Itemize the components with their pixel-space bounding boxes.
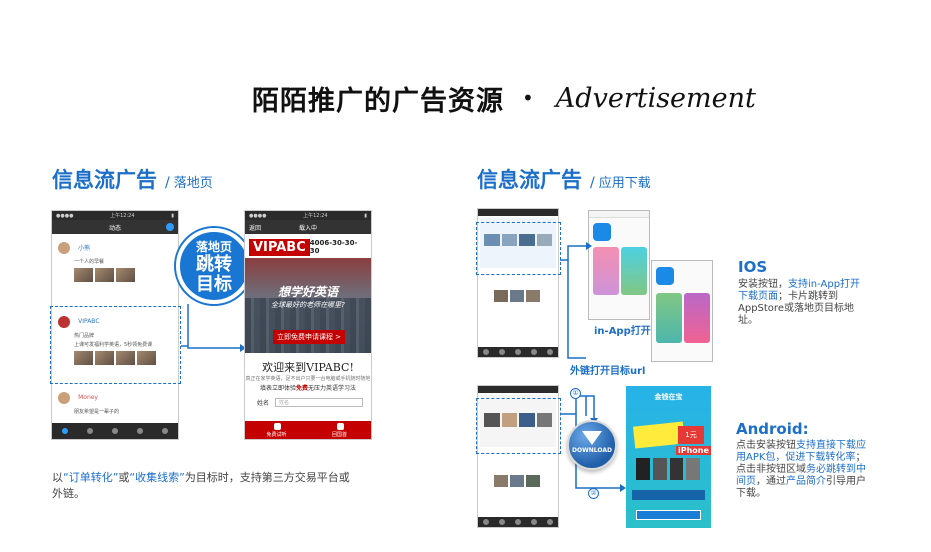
left-caption: 以“订单转化”或“收集线索”为目标时，支持第三方交易平台或外链。 (52, 471, 350, 500)
feed-item-1-name: 小熊 (78, 245, 91, 252)
page-title: 陌陌推广的广告资源 • Advertisement (252, 78, 756, 118)
badge-line-1: 落地页 (195, 239, 232, 254)
vipabc-hero-banner: 想学好英语 全球最好的老师在哪里? 立即免费申请课程 > (245, 258, 371, 353)
right-section-heading: 信息流广告 / 应用下载 (477, 164, 651, 194)
title-dot: • (522, 86, 534, 110)
home-button[interactable]: 回国首 (308, 421, 371, 439)
feed-item-3: Money 朋友希望是一辈子的 (58, 387, 172, 415)
page-title-zh: 陌陌推广的广告资源 (252, 85, 504, 117)
feed-nav-bar: 动态 (52, 220, 178, 234)
name-field-row: 姓名 姓名 (257, 397, 363, 407)
ad-highlight-frame (50, 306, 181, 384)
tab-icon (162, 428, 169, 434)
download-label: DOWNLOAD (572, 447, 612, 454)
app-icon (656, 267, 674, 285)
name-field[interactable]: 姓名 (275, 397, 363, 407)
tab-icon (137, 428, 144, 434)
appstore-screen-2 (651, 260, 713, 362)
landing-jump-badge: 落地页 跳转 目标 (176, 228, 252, 304)
step-1-marker: ① (570, 388, 581, 399)
promo-info-bar (632, 490, 705, 500)
signal-icon: ●●●● (56, 212, 74, 219)
landing-connector-arrow (181, 304, 246, 352)
vipabc-logo: VIPABC (249, 238, 310, 256)
landing-phone-screenshot: ●●●● 上午12:24 ▮ 返回 载入中 VIPABC 4006-30-30-… (244, 210, 372, 440)
android-title: Android: (736, 420, 809, 438)
left-heading-sub: 落地页 (173, 176, 213, 191)
name-field-label: 姓名 (257, 399, 270, 407)
right-heading-slash: / (590, 175, 595, 191)
back-button[interactable]: 返回 (249, 223, 261, 232)
right-heading-main: 信息流广告 (477, 168, 582, 192)
add-icon (166, 223, 174, 231)
feed-item-1: 小熊 一个人的早餐 (58, 237, 172, 282)
external-open-label: 外链打开目标url (570, 366, 646, 377)
feed-tab-bar (52, 423, 178, 439)
landing-status-bar: ●●●● 上午12:24 ▮ (245, 211, 371, 220)
tab-icon (86, 428, 93, 434)
tab-bar (478, 517, 558, 527)
feed-status-bar: ●●●● 上午12:24 ▮ (52, 211, 178, 220)
landing-status-time: 上午12:24 (303, 213, 328, 219)
promo-title: 金钱在宝 (654, 393, 683, 401)
landing-nav-title: 载入中 (298, 224, 317, 232)
ios-title: IOS (738, 258, 768, 276)
promo-iphone-badge: iPhone (676, 446, 711, 455)
ios-ad-highlight-frame (476, 222, 561, 275)
vipabc-header: VIPABC 4006-30-30-30 (245, 236, 371, 258)
download-button[interactable]: DOWNLOAD (567, 420, 617, 470)
appstore-screen-1 (588, 210, 650, 320)
feed-nav-label: 动态 (108, 224, 121, 232)
badge-line-3: 目标 (196, 273, 232, 295)
landing-footer-bar: 免费试听 回国首 (245, 421, 371, 439)
welcome-description: 填表立即体验免费无压力英语学习法 (259, 385, 357, 392)
promo-products (636, 458, 700, 484)
page-title-en: Advertisement (555, 82, 756, 114)
tab-icon (61, 428, 68, 434)
android-ad-highlight-frame (476, 398, 561, 454)
landing-nav-bar: 返回 载入中 (245, 220, 371, 234)
feed-status-time: 上午12:24 (110, 213, 135, 219)
tab-icon (111, 428, 118, 434)
avatar (58, 391, 70, 404)
hero-line-1: 想学好英语 (277, 285, 338, 299)
inapp-open-label: in-App打开 (594, 326, 651, 337)
feed-item-1-text: 一个人的早餐 (74, 259, 105, 265)
android-description: 点击安装按钮支持直接下载应用APK包，促进下载转化率；点击非按钮区域务必跳转到中… (736, 440, 866, 499)
right-heading-sub: 应用下载 (598, 176, 651, 191)
badge-line-2: 跳转 (196, 253, 232, 275)
signal-icon: ●●●● (249, 212, 267, 219)
step-2-marker: ② (588, 488, 599, 499)
avatar (58, 241, 70, 254)
ios-description: 安装按钮，支持in-App打开下载页面；卡片跳转到AppStore或落地页目标地… (738, 279, 861, 326)
promo-price-badge: 1元 (678, 426, 704, 444)
feed-item-3-text: 朋友希望是一辈子的 (74, 409, 120, 415)
battery-icon: ▮ (364, 212, 367, 219)
feed-item-1-photos (74, 268, 172, 282)
ios-flow-connector (560, 242, 592, 359)
left-heading-slash: / (165, 175, 170, 191)
left-heading-main: 信息流广告 (52, 168, 157, 192)
welcome-text: 欢迎来到VIPABC! (262, 361, 354, 374)
free-trial-button[interactable]: 免费试听 (245, 421, 308, 439)
tab-bar (478, 347, 558, 357)
download-arrow-icon (582, 431, 602, 445)
welcome-subtext: 真正在家学英语，足不出户只要一台电脑或手机随时随地 (245, 376, 371, 382)
left-section-heading: 信息流广告 / 落地页 (52, 164, 213, 194)
feed-item-3-name: Money (78, 394, 98, 401)
status-bar (478, 386, 558, 393)
android-landing-page: 金钱在宝 1元 iPhone (626, 386, 711, 528)
promo-download-button[interactable] (636, 510, 701, 520)
hero-line-2: 全球最好的老师在哪里? (271, 301, 345, 309)
apply-free-course-button[interactable]: 立即免费申请课程 > (273, 330, 345, 344)
battery-icon: ▮ (171, 212, 174, 219)
status-bar (478, 209, 558, 216)
vipabc-phone-number: 4006-30-30-30 (309, 239, 358, 255)
